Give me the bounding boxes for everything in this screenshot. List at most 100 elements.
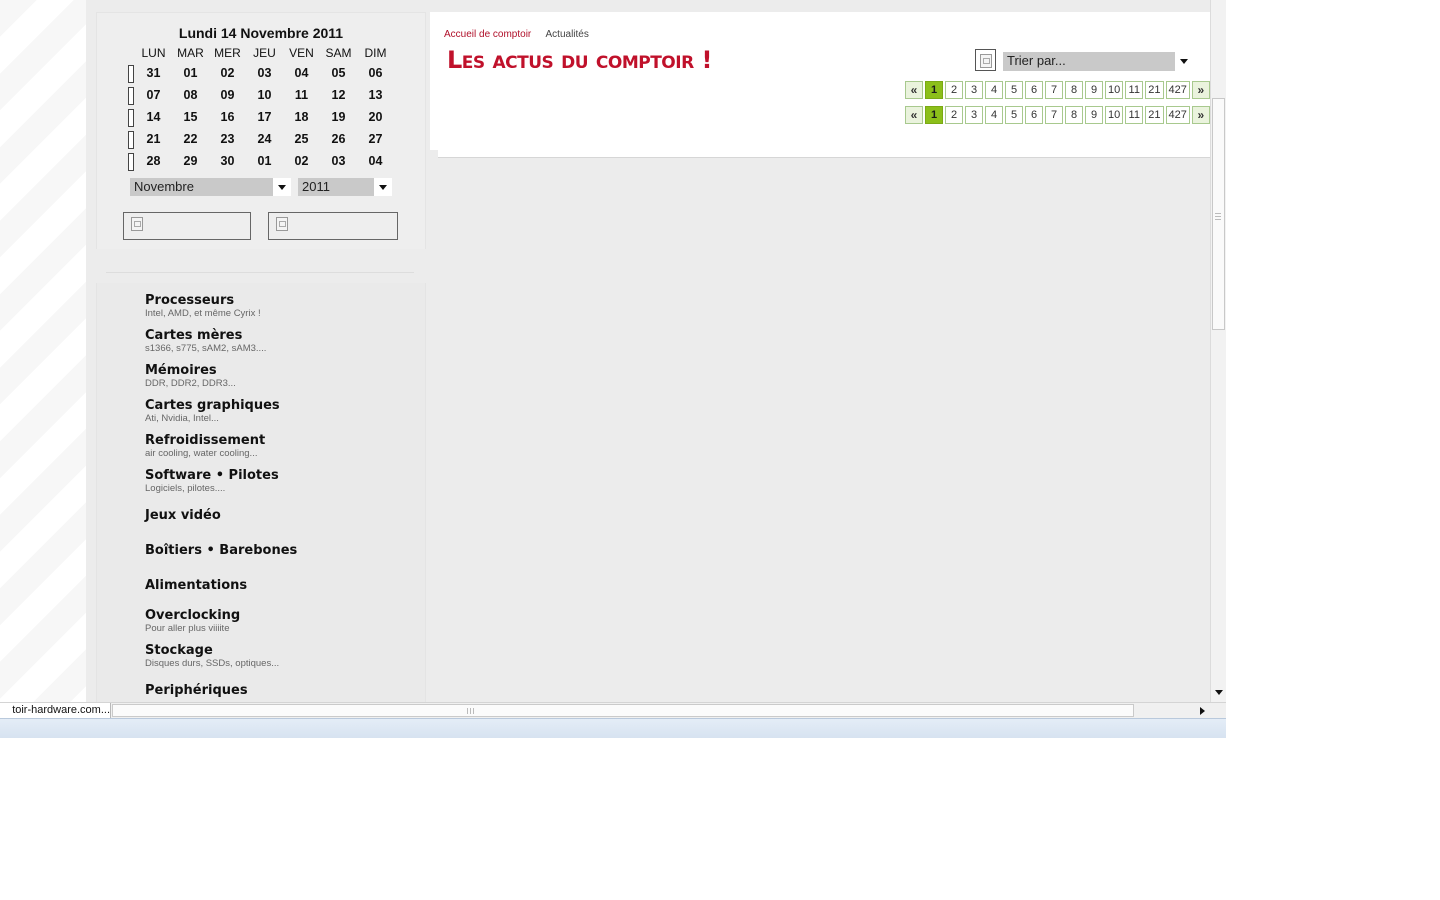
pagination-page-button[interactable]: 3 — [965, 106, 983, 124]
calendar-day[interactable]: 19 — [320, 110, 357, 124]
calendar-day[interactable]: 22 — [172, 132, 209, 146]
calendar-day[interactable]: 11 — [283, 88, 320, 102]
calendar-day[interactable]: 06 — [357, 66, 394, 80]
category-menu-item[interactable]: Alimentations — [145, 578, 247, 593]
category-title[interactable]: Refroidissement — [145, 433, 265, 448]
week-select-button[interactable] — [128, 153, 134, 171]
calendar-day[interactable]: 10 — [246, 88, 283, 102]
pagination-page-button[interactable]: 9 — [1085, 81, 1103, 99]
pagination-page-button[interactable]: 10 — [1105, 106, 1124, 124]
calendar-day[interactable]: 27 — [357, 132, 394, 146]
pagination-page-button[interactable]: 427 — [1165, 81, 1190, 99]
pagination-page-button[interactable]: 4 — [985, 81, 1003, 99]
category-title[interactable]: Boîtiers • Barebones — [145, 543, 297, 558]
category-menu-item[interactable]: Processeurs Intel, AMD, et même Cyrix ! — [145, 293, 261, 319]
category-menu-item[interactable]: Mémoires DDR, DDR2, DDR3... — [145, 363, 236, 389]
calendar-day[interactable]: 17 — [246, 110, 283, 124]
calendar-day[interactable]: 16 — [209, 110, 246, 124]
calendar-day[interactable]: 08 — [172, 88, 209, 102]
calendar-day[interactable]: 14 — [135, 110, 172, 124]
pagination-page-button[interactable]: 6 — [1025, 81, 1043, 99]
calendar-day[interactable]: 15 — [172, 110, 209, 124]
calendar-day[interactable]: 01 — [172, 66, 209, 80]
calendar-day[interactable]: 26 — [320, 132, 357, 146]
pagination-page-button[interactable]: 21 — [1145, 106, 1164, 124]
pagination-page-button[interactable]: 7 — [1045, 106, 1063, 124]
pagination-page-button[interactable]: 10 — [1105, 81, 1124, 99]
calendar-day[interactable]: 07 — [135, 88, 172, 102]
category-menu-item[interactable]: Periphériques — [145, 683, 248, 698]
scroll-right-arrow-icon[interactable] — [1194, 703, 1210, 719]
calendar-day[interactable]: 18 — [283, 110, 320, 124]
category-title[interactable]: Alimentations — [145, 578, 247, 593]
category-title[interactable]: Software • Pilotes — [145, 468, 279, 483]
calendar-day[interactable]: 05 — [320, 66, 357, 80]
image-button-right[interactable] — [268, 212, 398, 240]
category-menu-item[interactable]: Software • Pilotes Logiciels, pilotes.... — [145, 468, 279, 494]
pagination-prev-button[interactable]: « — [905, 81, 923, 99]
pagination-page-button[interactable]: 2 — [945, 106, 963, 124]
category-title[interactable]: Jeux vidéo — [145, 508, 221, 523]
category-menu-item[interactable]: Cartes graphiques Ati, Nvidia, Intel... — [145, 398, 280, 424]
pagination-page-button[interactable]: 427 — [1165, 106, 1190, 124]
pagination-page-button[interactable]: 9 — [1085, 106, 1103, 124]
calendar-day[interactable]: 09 — [209, 88, 246, 102]
pagination-page-button[interactable]: 1 — [925, 106, 943, 124]
pagination-page-button[interactable]: 11 — [1125, 81, 1144, 99]
calendar-day[interactable]: 29 — [172, 154, 209, 168]
sort-image-button[interactable] — [975, 49, 996, 71]
year-select[interactable]: 2011 — [298, 178, 392, 196]
pagination-prev-button[interactable]: « — [905, 106, 923, 124]
category-menu-item[interactable]: Overclocking Pour aller plus viiiite — [145, 608, 240, 634]
category-title[interactable]: Stockage — [145, 643, 279, 658]
calendar-day[interactable]: 13 — [357, 88, 394, 102]
chevron-down-icon[interactable] — [374, 178, 392, 196]
scroll-down-arrow-icon[interactable] — [1211, 684, 1226, 700]
chevron-down-icon[interactable] — [273, 178, 291, 196]
calendar-day[interactable]: 28 — [135, 154, 172, 168]
week-select-button[interactable] — [128, 87, 134, 105]
calendar-day[interactable]: 30 — [209, 154, 246, 168]
calendar-day[interactable]: 21 — [135, 132, 172, 146]
sort-select[interactable]: Trier par... — [1003, 52, 1193, 71]
pagination-page-button[interactable]: 3 — [965, 81, 983, 99]
calendar-day[interactable]: 25 — [283, 132, 320, 146]
category-title[interactable]: Mémoires — [145, 363, 236, 378]
category-title[interactable]: Cartes graphiques — [145, 398, 280, 413]
calendar-day[interactable]: 03 — [320, 154, 357, 168]
week-select-button[interactable] — [128, 131, 134, 149]
pagination-page-button[interactable]: 8 — [1065, 106, 1083, 124]
pagination-page-button[interactable]: 5 — [1005, 106, 1023, 124]
calendar-day[interactable]: 04 — [283, 66, 320, 80]
calendar-day[interactable]: 20 — [357, 110, 394, 124]
calendar-day[interactable]: 03 — [246, 66, 283, 80]
breadcrumb-home-link[interactable]: Accueil de comptoir — [444, 29, 531, 40]
category-menu-item[interactable]: Jeux vidéo — [145, 508, 221, 523]
pagination-page-button[interactable]: 1 — [925, 81, 943, 99]
category-menu-item[interactable]: Stockage Disques durs, SSDs, optiques... — [145, 643, 279, 669]
horizontal-scroll-thumb[interactable] — [112, 704, 1134, 717]
calendar-day[interactable]: 04 — [357, 154, 394, 168]
month-select[interactable]: Novembre — [130, 178, 291, 196]
horizontal-scrollbar[interactable]: toir-hardware.com... — [0, 702, 1226, 719]
pagination-page-button[interactable]: 5 — [1005, 81, 1023, 99]
calendar-day[interactable]: 31 — [135, 66, 172, 80]
pagination-page-button[interactable]: 11 — [1125, 106, 1144, 124]
category-menu-item[interactable]: Refroidissement air cooling, water coolin… — [145, 433, 265, 459]
image-button-left[interactable] — [123, 212, 251, 240]
category-title[interactable]: Cartes mères — [145, 328, 266, 343]
pagination-page-button[interactable]: 2 — [945, 81, 963, 99]
calendar-day[interactable]: 02 — [209, 66, 246, 80]
pagination-page-button[interactable]: 7 — [1045, 81, 1063, 99]
calendar-day[interactable]: 23 — [209, 132, 246, 146]
calendar-day[interactable]: 02 — [283, 154, 320, 168]
pagination-page-button[interactable]: 21 — [1145, 81, 1164, 99]
pagination-page-button[interactable]: 8 — [1065, 81, 1083, 99]
vertical-scrollbar[interactable] — [1210, 0, 1226, 702]
pagination-page-button[interactable]: 4 — [985, 106, 1003, 124]
pagination-page-button[interactable]: 6 — [1025, 106, 1043, 124]
calendar-day[interactable]: 01 — [246, 154, 283, 168]
category-title[interactable]: Overclocking — [145, 608, 240, 623]
week-select-button[interactable] — [128, 109, 134, 127]
week-select-button[interactable] — [128, 65, 134, 83]
